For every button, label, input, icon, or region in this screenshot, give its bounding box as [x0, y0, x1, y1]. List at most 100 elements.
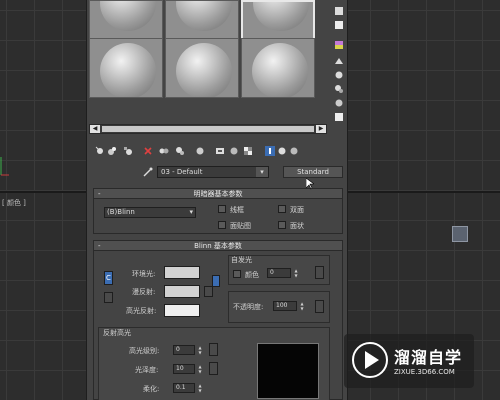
delete-icon[interactable]	[143, 146, 153, 156]
play-logo-icon	[352, 342, 388, 378]
self-illum-title: 自发光	[231, 256, 252, 264]
self-illum-color-label: 颜色	[245, 271, 259, 279]
glossiness-label: 光泽度:	[135, 366, 159, 374]
scroll-thumb[interactable]	[102, 126, 314, 132]
sample-slot[interactable]	[241, 38, 315, 98]
put-to-scene-icon[interactable]	[107, 146, 117, 156]
rollout-header[interactable]: - 明暗器基本参数	[94, 189, 342, 199]
uv-tiling-icon[interactable]	[334, 56, 344, 66]
shader-type-select[interactable]: (B)Blinn ▾	[104, 207, 196, 218]
rollout-header[interactable]: - Blinn 基本参数	[94, 241, 342, 251]
lock-ambient-diffuse-button[interactable]: C	[104, 271, 113, 285]
material-sphere	[253, 2, 309, 31]
specular-highlights-title: 反射高光	[103, 329, 131, 337]
spinner-icon[interactable]: ▲ ▼	[197, 345, 203, 355]
diffuse-label: 漫反射:	[132, 288, 156, 296]
shader-basic-params-rollout: - 明暗器基本参数 (B)Blinn ▾ 线框 双面 面贴图 面状	[93, 188, 343, 234]
sample-slots	[89, 0, 327, 124]
opacity-label: 不透明度:	[233, 303, 264, 311]
material-sphere	[176, 1, 232, 31]
viewport-label[interactable]: [ 颜色 ]	[2, 198, 26, 208]
assign-to-selection-icon[interactable]	[123, 146, 133, 156]
self-illum-map-button[interactable]	[315, 266, 324, 279]
go-forward-icon[interactable]	[289, 146, 299, 156]
select-by-material-icon[interactable]	[334, 112, 344, 122]
checker-icon[interactable]	[243, 146, 253, 156]
two-sided-checkbox[interactable]	[278, 205, 286, 213]
opacity-value-field[interactable]: 100	[273, 301, 297, 311]
self-illum-value-field[interactable]: 0	[267, 268, 291, 278]
specular-color-swatch[interactable]	[164, 304, 200, 317]
ambient-color-swatch[interactable]	[164, 266, 200, 279]
collapse-icon[interactable]: -	[98, 241, 101, 251]
specular-label: 高光反射:	[126, 307, 157, 315]
diffuse-color-swatch[interactable]	[164, 285, 200, 298]
rollout-title: Blinn 基本参数	[194, 242, 242, 250]
material-name-field[interactable]: 03 - Default ▾	[157, 166, 269, 178]
watermark: 溜溜自学 ZIXUE.3D66.COM	[344, 334, 474, 388]
viewcube-icon[interactable]	[452, 226, 468, 242]
spinner-icon[interactable]: ▲ ▼	[197, 364, 203, 374]
eyedropper-icon[interactable]	[143, 167, 153, 177]
specular-level-map-button[interactable]	[209, 343, 218, 356]
spinner-icon[interactable]: ▲ ▼	[197, 383, 203, 393]
show-shaded-icon[interactable]	[229, 146, 239, 156]
ambient-label: 环境光:	[132, 270, 156, 278]
sample-slot[interactable]	[165, 38, 239, 98]
lock-diffuse-specular-button[interactable]	[212, 275, 220, 287]
blinn-basic-params-rollout: - Blinn 基本参数 C 环境光: 漫反射: 高光反射: 自发光 颜色 0 …	[93, 240, 343, 400]
wire-checkbox[interactable]	[218, 205, 226, 213]
opacity-group: 不透明度: 100 ▲ ▼	[228, 291, 330, 323]
shader-type-value: (B)Blinn	[107, 208, 135, 216]
sample-slot[interactable]	[89, 38, 163, 98]
chevron-down-icon[interactable]: ▾	[189, 208, 193, 217]
video-color-check-icon[interactable]	[334, 70, 344, 80]
preview-icon[interactable]	[334, 84, 344, 94]
spinner-icon[interactable]: ▲ ▼	[293, 268, 299, 278]
make-unique-icon[interactable]	[159, 146, 169, 156]
watermark-title: 溜溜自学	[394, 348, 463, 367]
background-icon[interactable]	[334, 40, 344, 50]
put-to-library-icon[interactable]	[175, 146, 185, 156]
side-toolbar	[331, 0, 347, 134]
glossiness-map-button[interactable]	[209, 362, 218, 375]
self-illumination-group: 自发光 颜色 0 ▲ ▼	[228, 255, 330, 285]
material-toolbar	[93, 144, 343, 158]
scroll-left-icon[interactable]: ◀	[90, 125, 100, 133]
slots-scrollbar[interactable]: ◀ ▶	[89, 124, 327, 134]
self-illum-color-checkbox[interactable]	[233, 270, 241, 278]
glossiness-field[interactable]: 10	[173, 364, 195, 374]
material-type-button[interactable]: Standard	[283, 166, 343, 178]
material-name: 03 - Default	[161, 168, 203, 176]
diffuse-map-button[interactable]	[204, 286, 213, 297]
scroll-right-icon[interactable]: ▶	[316, 125, 326, 133]
options-icon[interactable]	[334, 98, 344, 108]
mouse-cursor-icon	[306, 178, 314, 190]
material-sphere	[176, 43, 232, 97]
show-map-icon[interactable]	[215, 146, 225, 156]
material-sphere	[252, 43, 308, 97]
faceted-checkbox[interactable]	[278, 221, 286, 229]
face-map-label: 面贴图	[230, 222, 251, 230]
go-to-parent-icon[interactable]	[277, 146, 287, 156]
specular-level-label: 高光级别:	[129, 347, 160, 355]
faceted-label: 面状	[290, 222, 304, 230]
material-editor-panel: ◀ ▶ 03 - Default ▾ Standard - 明暗器基本参数 (B…	[86, 0, 348, 400]
collapse-icon[interactable]: -	[98, 189, 101, 199]
backlight-icon[interactable]	[334, 20, 344, 30]
chevron-down-icon[interactable]: ▾	[256, 167, 268, 177]
lock-icon[interactable]	[104, 292, 113, 303]
material-id-icon[interactable]	[195, 146, 205, 156]
sample-type-icon[interactable]	[334, 6, 344, 16]
opacity-map-button[interactable]	[315, 300, 324, 313]
specular-highlights-group: 反射高光 高光级别: 0 ▲ ▼ 光泽度: 10 ▲ ▼ 柔化: 0.1 ▲ ▼	[98, 327, 330, 400]
soften-field[interactable]: 0.1	[173, 383, 195, 393]
face-map-checkbox[interactable]	[218, 221, 226, 229]
show-end-result-icon[interactable]	[265, 146, 275, 156]
two-sided-label: 双面	[290, 206, 304, 214]
specular-level-field[interactable]: 0	[173, 345, 195, 355]
get-material-icon[interactable]	[95, 146, 105, 156]
spinner-icon[interactable]: ▲ ▼	[299, 301, 305, 311]
material-sphere	[100, 43, 156, 97]
play-icon	[365, 351, 379, 369]
